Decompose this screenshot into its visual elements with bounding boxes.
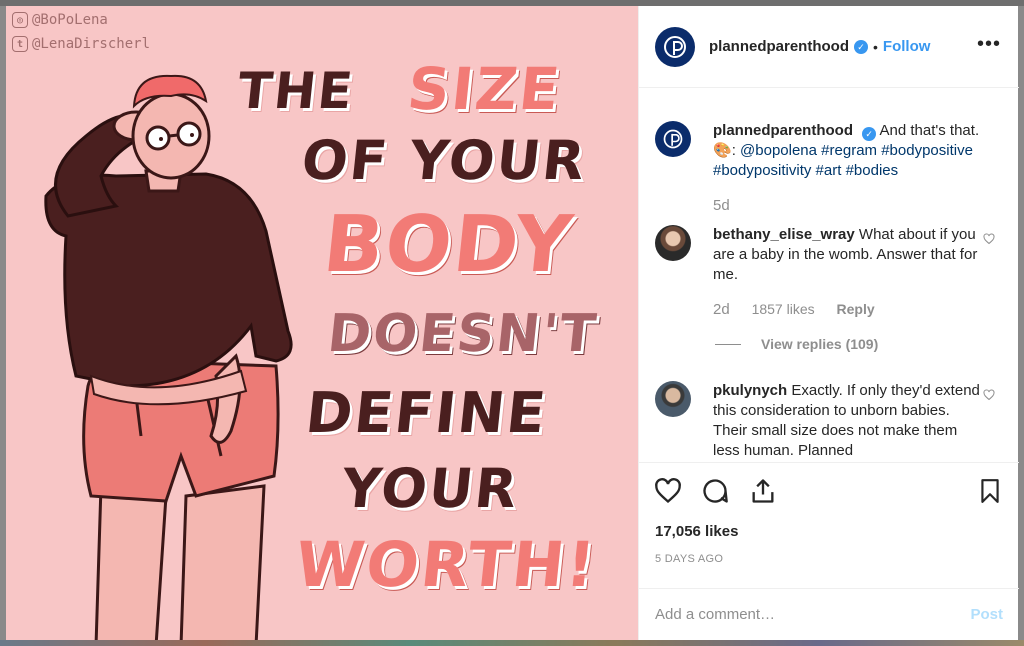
art-text-size: SIZE [404,55,565,123]
comment-bubble-icon[interactable] [701,477,729,505]
header-separator: • [873,38,878,55]
art-text-define: DEFINE [302,381,551,446]
caption-text: And that's that. [879,122,980,139]
follow-button[interactable]: Follow [883,38,931,55]
palette-emoji-icon: 🎨 [713,142,732,159]
comment-timestamp[interactable]: 2d [713,301,730,318]
planned-parenthood-logo-icon [664,35,686,58]
avatar[interactable] [655,225,691,261]
caption-username[interactable]: plannedparenthood [713,122,853,139]
caption-timestamp[interactable]: 5d [713,197,730,214]
credit-instagram: ◎ @BoPoLena [12,12,108,28]
post-modal: ◎ @BoPoLena t @LenaDirscherl THE SIZE OF… [6,6,1019,640]
credit-handle: @LenaDirscherl [32,36,151,52]
post-header: plannedparenthood ✓ • Follow ••• [639,6,1019,88]
comments-list[interactable]: plannedparenthood ✓ And that's that. 🎨: … [639,89,1019,459]
post-like-count[interactable]: 17,056 likes [655,523,738,540]
credit-tumblr: t @LenaDirscherl [12,36,150,52]
verified-badge-icon: ✓ [862,127,877,141]
comment-username[interactable]: pkulynych [713,382,787,399]
caption-body: plannedparenthood ✓ And that's that. 🎨: … [713,121,983,216]
avatar[interactable] [655,121,691,157]
like-comment-heart-icon[interactable] [983,233,995,245]
header-username[interactable]: plannedparenthood [709,38,849,55]
art-text-worth: WORTH! [292,528,601,601]
post-image: ◎ @BoPoLena t @LenaDirscherl THE SIZE OF… [6,6,638,640]
comment-meta: 2d 1857 likes Reply [713,299,983,320]
add-comment-input[interactable] [655,606,971,623]
planned-parenthood-logo-icon [663,129,683,149]
comment-item: bethany_elise_wray What about if you are… [655,225,995,320]
comment-item: pkulynych Exactly. If only they'd extend… [655,381,995,459]
action-bar [653,477,1003,509]
save-bookmark-icon[interactable] [977,477,1003,505]
caption-meta: 5d [713,195,983,216]
view-replies-button[interactable]: View replies (109) [715,336,878,352]
art-text-your: YOUR [338,457,522,520]
comment-like-count[interactable]: 1857 likes [752,301,815,317]
illustrated-person [44,74,293,640]
art-text-of-your: OF YOUR [298,129,590,192]
credit-handle: @BoPoLena [32,12,108,28]
post-side-panel: plannedparenthood ✓ • Follow ••• planned… [638,6,1019,640]
avatar[interactable] [655,381,691,417]
caption-mention-link[interactable]: @bopolena [740,142,817,159]
more-options-icon[interactable]: ••• [977,34,1001,54]
verified-badge-icon: ✓ [854,39,868,54]
comment-body: pkulynych Exactly. If only they'd extend… [713,381,983,459]
share-icon[interactable] [749,477,777,505]
avatar[interactable] [655,26,695,67]
comment-body: bethany_elise_wray What about if you are… [713,225,983,320]
comment-username[interactable]: bethany_elise_wray [713,226,855,243]
reply-button[interactable]: Reply [837,301,875,317]
background-grid-strip [0,640,1024,646]
like-heart-icon[interactable] [653,477,683,505]
like-comment-heart-icon[interactable] [983,389,995,401]
post-comment-button[interactable]: Post [970,606,1003,623]
art-text-doesnt: DOESN'T [324,304,601,364]
instagram-icon: ◎ [12,12,28,28]
art-text-the: THE [234,62,358,120]
add-comment-bar: Post [639,588,1019,640]
caption: plannedparenthood ✓ And that's that. 🎨: … [655,121,995,216]
post-actions: 17,056 likes 5 DAYS AGO [639,462,1019,594]
post-date[interactable]: 5 DAYS AGO [655,553,723,565]
art-text-body: BODY [319,200,579,290]
tumblr-icon: t [12,36,28,52]
